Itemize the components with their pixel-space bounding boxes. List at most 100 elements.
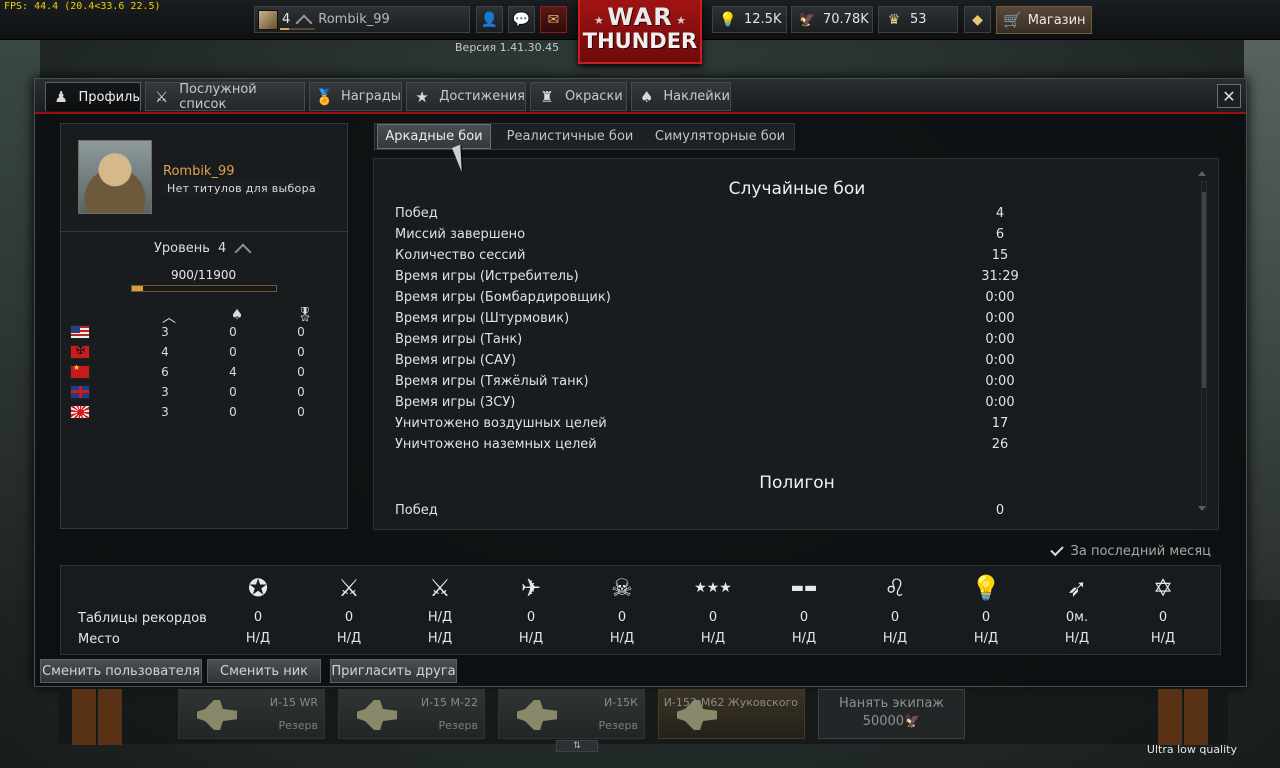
tab-awards[interactable]: 🏅 Награды — [309, 82, 402, 111]
hire-price-value: 50000 — [862, 714, 905, 729]
leaderboard-column[interactable]: ♌ — [865, 570, 925, 606]
last-month-toggle[interactable]: За последний месяц — [1049, 542, 1211, 559]
shop-button[interactable]: 🛒 Магазин — [996, 6, 1092, 34]
tanks-row-icon: ▬▬ — [790, 580, 818, 596]
eagle-icon: 🦅 — [904, 714, 921, 729]
vehicle-name: И-153-М62 Жуковского — [663, 696, 798, 709]
stat-value: 31:29 — [981, 269, 1019, 284]
switch-user-button[interactable]: Сменить пользователя — [40, 659, 202, 683]
mail-button[interactable]: ✉ — [540, 6, 567, 33]
nation-row-japan: 3 0 0 — [70, 403, 330, 421]
tab-achievements[interactable]: ★ Достижения — [406, 82, 526, 111]
change-nick-button[interactable]: Сменить ник — [207, 659, 321, 683]
research-points-balance[interactable]: ♛ 53 — [878, 6, 958, 33]
stats-panel[interactable]: Случайные бои Побед 4 Миссий завершено 6 Кол… — [373, 158, 1219, 530]
stat-value: 0:00 — [985, 395, 1015, 410]
profile-tab-bar: ♟ Профиль ⚔ Послужной список 🏅 Награды ★… — [35, 79, 1246, 114]
leaderboard-place: Н/Д — [882, 631, 908, 646]
leaderboard-column[interactable]: ✈ — [501, 570, 561, 606]
golden-eagles-balance[interactable]: 🦅 70.78K — [791, 6, 873, 33]
tab-realistic[interactable]: Реалистичные бои — [497, 124, 643, 149]
up-arrows-icon: ⇅ — [573, 741, 581, 751]
vehicle-slot[interactable]: И-15К Резерв — [498, 689, 645, 739]
close-button[interactable]: ✕ — [1217, 84, 1241, 108]
spade-decal-icon: ♠ — [639, 87, 654, 106]
tab-skins[interactable]: ♜ Окраски — [530, 82, 627, 111]
biplane-icon — [187, 700, 247, 730]
japan-flag-icon — [70, 405, 90, 419]
rank-chevron-icon — [296, 14, 314, 26]
leaderboard-column[interactable]: ★★★ — [683, 570, 743, 606]
scroll-up-arrow-icon[interactable] — [1198, 171, 1206, 176]
xp-progress-fill — [132, 286, 143, 291]
stat-label: Уничтожено наземных целей — [395, 437, 597, 452]
nation-medals: 0 — [297, 325, 305, 339]
vehicle-status: Резерв — [438, 719, 478, 732]
leaderboard-column[interactable]: ☠ — [592, 570, 652, 606]
leaderboard-value: 0 — [890, 610, 900, 625]
leaderboard-row-label: Таблицы рекордов — [78, 611, 207, 626]
silver-lions-balance[interactable]: 💡 12.5K — [712, 6, 787, 33]
stars-row-icon: ★★★ — [694, 580, 732, 596]
diamond-icon: ◆ — [972, 11, 983, 28]
stat-row: Миссий завершено 6 — [395, 227, 1015, 247]
tab-profile[interactable]: ♟ Профиль — [45, 82, 141, 111]
player-info-box[interactable]: 4 Rombik_99 — [254, 6, 470, 33]
chat-button[interactable]: 💬 — [508, 6, 535, 33]
stat-label: Побед — [395, 206, 438, 221]
crossed-swords-icon: ⚔ — [338, 574, 360, 602]
soldier-icon: ♟ — [54, 88, 68, 106]
stats-scrollbar[interactable] — [1201, 181, 1207, 509]
vehicle-status: Резерв — [278, 719, 318, 732]
scroll-down-arrow-icon[interactable] — [1198, 506, 1206, 511]
tab-label: Окраски — [565, 89, 623, 104]
leaderboard-column[interactable]: ⚔ — [319, 570, 379, 606]
player-avatar-small — [258, 9, 278, 30]
leaderboard-value: 0м. — [1065, 610, 1089, 625]
profile-name[interactable]: Rombik_99 — [163, 164, 235, 179]
stat-label: Время игры (Истребитель) — [395, 269, 579, 284]
stat-row: Побед 4 — [395, 206, 1015, 226]
rank-chevron-icon — [234, 243, 252, 261]
lion-icon: ♌ — [884, 574, 906, 602]
nation-medals: 0 — [297, 345, 305, 359]
friends-button[interactable]: 👤 — [476, 6, 503, 33]
tab-label: Послужной список — [179, 81, 257, 112]
slotbar-toggle[interactable]: ⇅ — [556, 740, 598, 752]
close-icon: ✕ — [1222, 86, 1236, 106]
vehicle-slot[interactable]: И-15 М-22 Резерв — [338, 689, 485, 739]
tab-service-record[interactable]: ⚔ Послужной список — [145, 81, 305, 112]
leaderboard-column[interactable]: ✪ — [228, 570, 288, 606]
leaderboard-column[interactable]: ▬▬ — [774, 570, 834, 606]
stat-row: Побед 0 — [395, 503, 1015, 523]
leaderboard-column[interactable]: ⚔ — [410, 570, 470, 606]
hire-crew-button[interactable]: Нанять экипаж 50000🦅 — [818, 689, 965, 739]
invite-friend-button[interactable]: Пригласить друга — [330, 659, 457, 683]
nation-rank: 4 — [161, 345, 169, 359]
vehicle-slot-premium[interactable]: И-153-М62 Жуковского — [658, 689, 805, 739]
profile-window: ♟ Профиль ⚔ Послужной список 🏅 Награды ★… — [34, 78, 1247, 687]
leaderboard-value: 0 — [344, 610, 354, 625]
leaderboard-place: Н/Д — [518, 631, 544, 646]
avatar[interactable] — [78, 140, 152, 214]
title-selector[interactable]: Нет титулов для выбора — [163, 181, 320, 196]
leaderboard-column[interactable]: ✡ — [1133, 570, 1193, 606]
leaderboard-column[interactable]: ➶ — [1047, 570, 1107, 606]
leaderboard-column[interactable]: 💡 — [956, 570, 1016, 606]
logo-word-thunder: THUNDER — [582, 29, 698, 53]
leaderboard-place: Н/Д — [700, 631, 726, 646]
tab-decals[interactable]: ♠ Наклейки — [631, 82, 731, 111]
vehicle-slot[interactable]: И-15 WR Резерв — [178, 689, 325, 739]
tab-simulator[interactable]: Симуляторные бои — [647, 124, 793, 149]
premium-button[interactable]: ◆ — [964, 6, 991, 33]
xp-progress-bar — [131, 285, 277, 292]
stat-row: Время игры (Тяжёлый танк) 0:00 — [395, 374, 1015, 394]
star-diamond-icon: ✡ — [1152, 574, 1174, 602]
nation-elite: 4 — [229, 365, 237, 379]
stat-value: 0:00 — [985, 290, 1015, 305]
tab-arcade[interactable]: Аркадные бои — [377, 124, 491, 149]
checkmark-icon — [1049, 542, 1064, 557]
stat-label: Уничтожено воздушных целей — [395, 416, 607, 431]
scroll-thumb[interactable] — [1202, 192, 1206, 388]
player-xp-bar — [280, 28, 315, 30]
